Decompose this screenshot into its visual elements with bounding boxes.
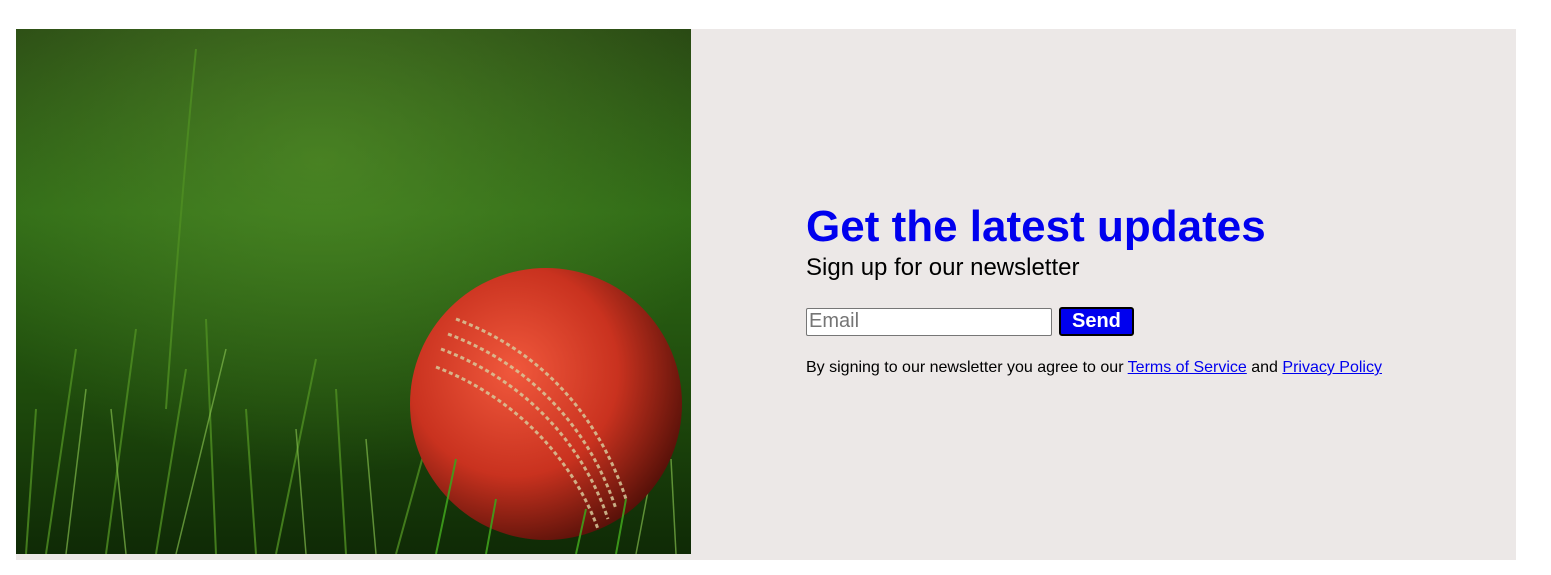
newsletter-title: Get the latest updates (806, 202, 1266, 251)
signup-content: Get the latest updates Sign up for our n… (806, 201, 1382, 378)
signup-form: Send (806, 307, 1382, 336)
email-input[interactable] (806, 307, 1052, 336)
legal-notice: By signing to our newsletter you agree t… (806, 358, 1382, 378)
newsletter-subtitle: Sign up for our newsletter (806, 254, 1080, 281)
cricket-ball-image (16, 29, 691, 554)
cricket-ball-image-svg (16, 29, 691, 554)
send-button[interactable]: Send (1059, 307, 1134, 336)
newsletter-section: Get the latest updates Sign up for our n… (16, 29, 1516, 560)
privacy-policy-link[interactable]: Privacy Policy (1282, 359, 1382, 376)
terms-of-service-link[interactable]: Terms of Service (1128, 359, 1247, 376)
legal-middle: and (1246, 359, 1283, 376)
legal-prefix: By signing to our newsletter you agree t… (806, 359, 1128, 376)
